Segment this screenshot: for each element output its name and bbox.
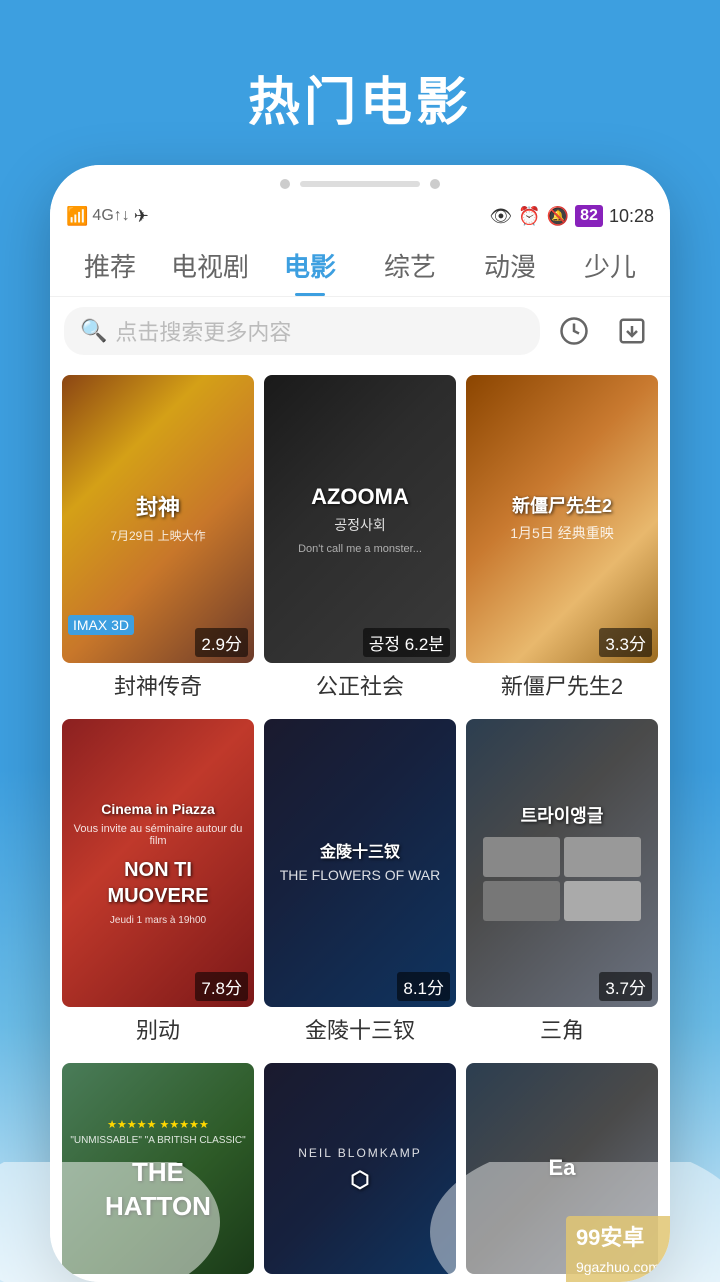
movie-score-5: 8.1分 (397, 972, 450, 1001)
history-button[interactable] (550, 307, 598, 355)
movie-poster-zombie: 新僵尸先生2 1月5日 经典重映 3.3分 (466, 375, 658, 663)
movie-item-azooma[interactable]: AZOOMA 공정사회 Don't call me a monster... 공… (264, 375, 456, 705)
watermark: 99安卓 9gazhuo.com (566, 1216, 670, 1282)
airplane-icon: ✈ (134, 206, 149, 227)
movie-item-triangle[interactable]: 트라이앵글 3.7分 三角 (466, 719, 658, 1049)
movie-score-4: 7.8分 (195, 972, 248, 1001)
time-display: 10:28 (609, 206, 654, 227)
page-title: 热门电影 (248, 60, 472, 135)
search-placeholder: 点击搜索更多内容 (115, 315, 291, 347)
download-button[interactable] (608, 307, 656, 355)
movie-title-4: 别动 (62, 1007, 254, 1049)
movie-grid-row2: Cinema in Piazza Vous invite au séminair… (62, 719, 658, 1049)
movie-item-hatton[interactable]: ★★★★★ ★★★★★ "UNMISSABLE" "A BRITISH CLAS… (62, 1063, 254, 1274)
poster-text-4: Cinema in Piazza Vous invite au séminair… (62, 719, 254, 1007)
tab-movie[interactable]: 电影 (260, 233, 360, 296)
movie-title-2: 公正社会 (264, 663, 456, 705)
search-bar-row: 🔍 点击搜索更多内容 (50, 297, 670, 365)
tab-anime[interactable]: 动漫 (460, 233, 560, 296)
poster-text-6: 트라이앵글 (466, 719, 658, 1007)
movie-score-6: 3.7分 (599, 972, 652, 1001)
poster-text-7: ★★★★★ ★★★★★ "UNMISSABLE" "A BRITISH CLAS… (62, 1063, 254, 1274)
movie-score-2: 공정 6.2분 (363, 628, 450, 657)
tab-tv[interactable]: 电视剧 (160, 233, 260, 296)
movie-poster-4: Cinema in Piazza Vous invite au séminair… (62, 719, 254, 1007)
battery-indicator: 82 (575, 205, 603, 227)
phone-top-bar (50, 165, 670, 199)
imax-tag: IMAX 3D (68, 615, 134, 635)
signal-icon-2: 4G↑↓ (92, 207, 129, 225)
poster-text-5: 金陵十三钗 THE FLOWERS OF WAR (264, 719, 456, 1007)
search-input-wrap[interactable]: 🔍 点击搜索更多内容 (64, 307, 540, 355)
movie-grid-section: 封神 7月29日 上映大作 IMAX 3D 2.9分 封神传奇 AZOOMA 공… (50, 365, 670, 1274)
signal-icon-1: 📶 (66, 206, 88, 227)
movie-grid-row1: 封神 7月29日 上映大作 IMAX 3D 2.9分 封神传奇 AZOOMA 공… (62, 375, 658, 705)
bell-icon: 🔕 (547, 206, 569, 227)
movie-item-fengshen[interactable]: 封神 7月29日 上映大作 IMAX 3D 2.9分 封神传奇 (62, 375, 254, 705)
tab-variety[interactable]: 综艺 (360, 233, 460, 296)
movie-score-1: 2.9分 (195, 628, 248, 657)
search-icon: 🔍 (80, 318, 107, 344)
alarm-icon: ⏰ (518, 206, 540, 227)
poster-text-8: NEIL BLOMKAMP ⬡ (264, 1063, 456, 1274)
movie-poster-azooma: AZOOMA 공정사회 Don't call me a monster... 공… (264, 375, 456, 663)
page-background: 热门电影 📶 4G↑↓ ✈ 👁 ⏰ 🔕 82 10:28 推荐 (0, 0, 720, 1282)
movie-score-3: 3.3分 (599, 628, 652, 657)
movie-item-zombie[interactable]: 新僵尸先生2 1月5日 经典重映 3.3分 新僵尸先生2 (466, 375, 658, 705)
phone-notch (300, 181, 420, 187)
movie-poster-8: NEIL BLOMKAMP ⬡ (264, 1063, 456, 1274)
nav-tabs: 推荐 电视剧 电影 综艺 动漫 少儿 (50, 233, 670, 297)
movie-title-1: 封神传奇 (62, 663, 254, 705)
poster-text-3: 新僵尸先生2 1月5日 经典重映 (466, 375, 658, 663)
movie-poster-5: 金陵十三钗 THE FLOWERS OF WAR 8.1分 (264, 719, 456, 1007)
movie-title-5: 金陵十三钗 (264, 1007, 456, 1049)
movie-poster-fengshen: 封神 7月29日 上映大作 IMAX 3D 2.9分 (62, 375, 254, 663)
status-bar-left: 📶 4G↑↓ ✈ (66, 206, 149, 227)
phone-dot-right (430, 179, 440, 189)
status-bar: 📶 4G↑↓ ✈ 👁 ⏰ 🔕 82 10:28 (50, 199, 670, 233)
movie-item-flowers-of-war[interactable]: 金陵十三钗 THE FLOWERS OF WAR 8.1分 金陵十三钗 (264, 719, 456, 1049)
phone-dot-left (280, 179, 290, 189)
movie-title-6: 三角 (466, 1007, 658, 1049)
watermark-area: 99安卓 9gazhuo.com (50, 1274, 670, 1282)
movie-poster-7: ★★★★★ ★★★★★ "UNMISSABLE" "A BRITISH CLAS… (62, 1063, 254, 1274)
status-bar-right: 👁 ⏰ 🔕 82 10:28 (489, 205, 654, 227)
movie-item-nontimuovere[interactable]: Cinema in Piazza Vous invite au séminair… (62, 719, 254, 1049)
movie-poster-6: 트라이앵글 3.7分 (466, 719, 658, 1007)
eye-icon: 👁 (489, 206, 512, 227)
movie-item-blomkamp[interactable]: NEIL BLOMKAMP ⬡ (264, 1063, 456, 1274)
tab-kids[interactable]: 少儿 (560, 233, 660, 296)
phone-shell: 📶 4G↑↓ ✈ 👁 ⏰ 🔕 82 10:28 推荐 电视剧 电影 综艺 动漫 … (50, 165, 670, 1282)
tab-recommend[interactable]: 推荐 (60, 233, 160, 296)
poster-text-2: AZOOMA 공정사회 Don't call me a monster... (264, 375, 456, 663)
movie-title-3: 新僵尸先生2 (466, 663, 658, 705)
